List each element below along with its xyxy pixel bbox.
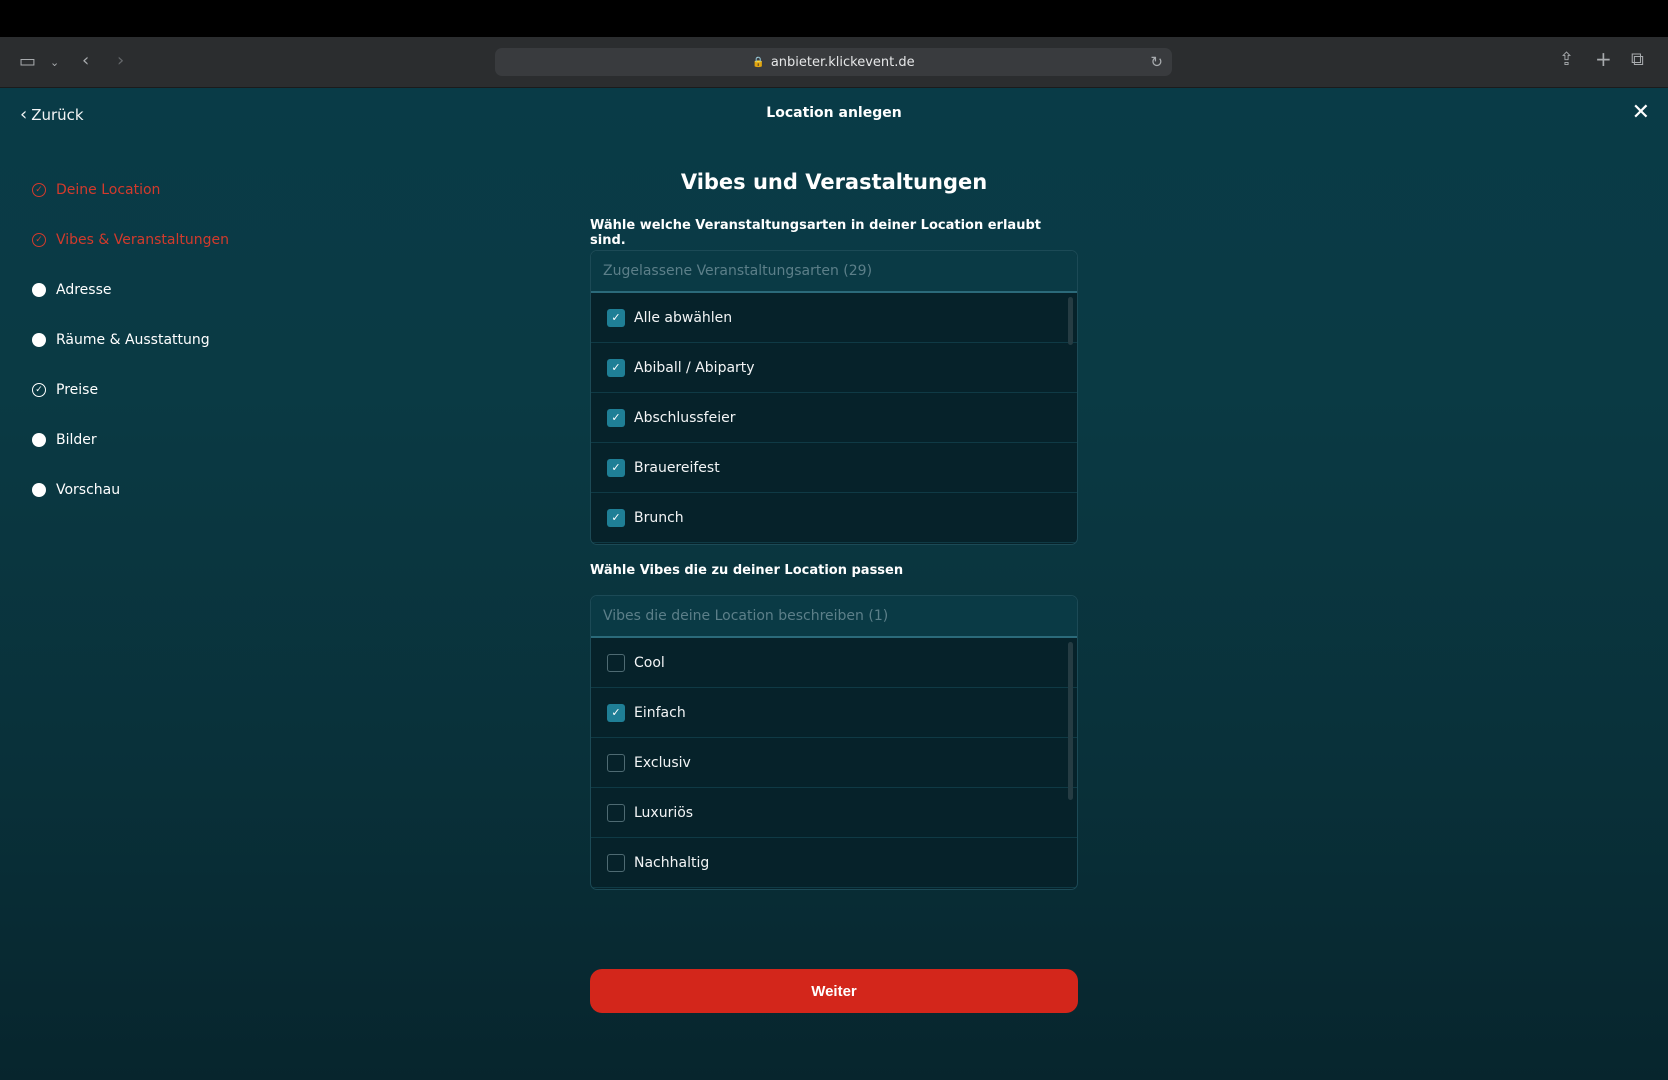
vibes-prompt: Wähle Vibes die zu deiner Location passe… — [590, 563, 904, 578]
option-einfach[interactable]: ✓ Einfach — [591, 688, 1077, 738]
option-brunch[interactable]: ✓ Brunch — [591, 493, 1077, 543]
option-label: Alle abwählen — [634, 309, 733, 326]
step-bilder[interactable]: Bilder — [32, 430, 229, 450]
sidebar-icon[interactable]: ▭ — [19, 53, 36, 71]
checkbox-checked[interactable]: ✓ — [607, 358, 625, 377]
option-label: Cool — [634, 654, 665, 671]
check-circle-icon: ✓ — [32, 233, 46, 247]
checkbox-unchecked[interactable] — [607, 803, 625, 822]
page-title: Location anlegen — [766, 105, 902, 121]
page: ‹ Zurück Location anlegen ✕ ✓ Deine Loca… — [0, 88, 1668, 1080]
option-abschlussfeier[interactable]: ✓ Abschlussfeier — [591, 393, 1077, 443]
step-label: Preise — [56, 382, 99, 398]
back-arrow-icon[interactable]: ‹ — [82, 52, 89, 70]
checkbox-checked[interactable]: ✓ — [607, 408, 625, 427]
share-icon[interactable]: ⇪ — [1559, 51, 1574, 69]
checkbox-checked[interactable]: ✓ — [607, 308, 625, 327]
option-alle-abwaehlen[interactable]: ✓ Alle abwählen — [591, 293, 1077, 343]
step-label: Vorschau — [56, 482, 121, 498]
option-abiball[interactable]: ✓ Abiball / Abiparty — [591, 343, 1077, 393]
step-vorschau[interactable]: Vorschau — [32, 480, 229, 500]
scrollbar[interactable] — [1068, 297, 1073, 345]
lock-icon: 🔒 — [752, 56, 765, 68]
step-deine-location[interactable]: ✓ Deine Location — [32, 180, 229, 200]
option-label: Luxuriös — [634, 804, 694, 821]
forward-arrow-icon[interactable]: › — [117, 52, 124, 70]
events-prompt: Wähle welche Veranstaltungsarten in dein… — [590, 218, 1041, 248]
url-text: anbieter.klickevent.de — [770, 54, 915, 70]
check-circle-icon: ✓ — [32, 383, 46, 397]
reload-icon[interactable]: ↻ — [1150, 53, 1163, 71]
checkbox-unchecked[interactable] — [607, 853, 625, 872]
chevron-down-icon[interactable]: ⌄ — [50, 54, 59, 72]
tab-overview-icon[interactable]: ⧉ — [1631, 51, 1644, 69]
dot-icon — [32, 333, 46, 347]
option-luxurioes[interactable]: Luxuriös — [591, 788, 1077, 838]
step-list: ✓ Deine Location ✓ Vibes & Veranstaltung… — [32, 180, 229, 530]
step-label: Deine Location — [56, 182, 161, 198]
option-nachhaltig[interactable]: Nachhaltig — [591, 838, 1077, 888]
dot-icon — [32, 283, 46, 297]
step-label: Räume & Ausstattung — [56, 332, 210, 348]
option-brauereifest[interactable]: ✓ Brauereifest — [591, 443, 1077, 493]
step-vibes[interactable]: ✓ Vibes & Veranstaltungen — [32, 230, 229, 250]
option-label: Brunch — [634, 509, 684, 526]
checkbox-checked[interactable]: ✓ — [607, 508, 625, 527]
events-select-field[interactable]: Zugelassene Veranstaltungsarten (29) — [591, 251, 1077, 293]
step-label: Vibes & Veranstaltungen — [56, 232, 229, 248]
checkbox-checked[interactable]: ✓ — [607, 703, 625, 722]
step-label: Adresse — [56, 282, 112, 298]
section-title: Vibes und Verastaltungen — [680, 170, 988, 194]
check-circle-icon: ✓ — [32, 183, 46, 197]
vibes-multiselect[interactable]: Vibes die deine Location beschreiben (1)… — [590, 595, 1078, 890]
option-cool[interactable]: Cool — [591, 638, 1077, 688]
step-adresse[interactable]: Adresse — [32, 280, 229, 300]
dot-icon — [32, 433, 46, 447]
option-exclusiv[interactable]: Exclusiv — [591, 738, 1077, 788]
close-icon[interactable]: ✕ — [1632, 100, 1650, 125]
option-label: Abiball / Abiparty — [634, 359, 755, 376]
system-menu-bar — [0, 0, 1668, 37]
step-label: Bilder — [56, 432, 97, 448]
address-bar[interactable]: 🔒 anbieter.klickevent.de ↻ — [495, 48, 1172, 76]
option-label: Exclusiv — [634, 754, 691, 771]
option-label: Abschlussfeier — [634, 409, 736, 426]
step-preise[interactable]: ✓ Preise — [32, 380, 229, 400]
dot-icon — [32, 483, 46, 497]
checkbox-checked[interactable]: ✓ — [607, 458, 625, 477]
browser-toolbar: ▭ ⌄ ‹ › 🔒 anbieter.klickevent.de ↻ ⇪ + ⧉ — [0, 37, 1668, 88]
scrollbar[interactable] — [1068, 642, 1073, 800]
events-multiselect[interactable]: Zugelassene Veranstaltungsarten (29) ✓ A… — [590, 250, 1078, 545]
new-tab-icon[interactable]: + — [1595, 49, 1612, 69]
checkbox-unchecked[interactable] — [607, 653, 625, 672]
vibes-select-field[interactable]: Vibes die deine Location beschreiben (1) — [591, 596, 1077, 638]
next-button[interactable]: Weiter — [590, 969, 1078, 1013]
step-raeume[interactable]: Räume & Ausstattung — [32, 330, 229, 350]
option-label: Einfach — [634, 704, 686, 721]
checkbox-unchecked[interactable] — [607, 753, 625, 772]
option-label: Brauereifest — [634, 459, 720, 476]
option-label: Nachhaltig — [634, 854, 710, 871]
